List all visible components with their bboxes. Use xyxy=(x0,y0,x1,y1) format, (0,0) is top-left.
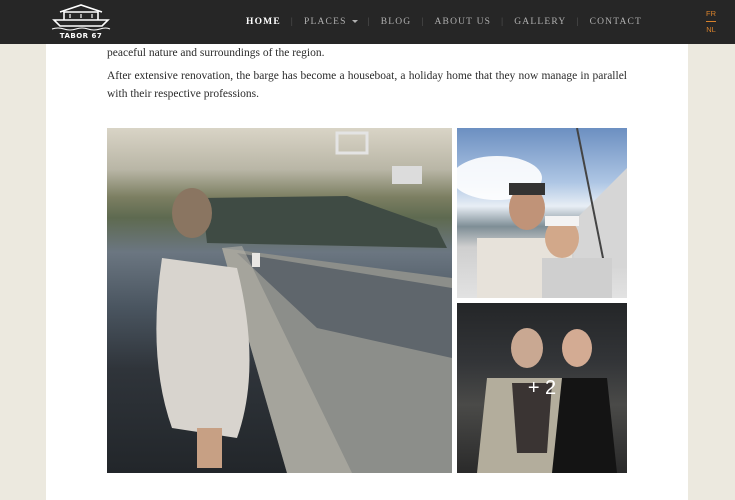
nav-home[interactable]: HOME xyxy=(246,17,281,27)
language-switcher: FR NL xyxy=(704,9,718,34)
top-navigation: TABOR 67 HOME | PLACES | BLOG | ABOUT US… xyxy=(0,0,735,44)
logo-text: TABOR 67 xyxy=(59,32,103,40)
main-menu: HOME | PLACES | BLOG | ABOUT US | GALLER… xyxy=(246,16,642,28)
lang-fr[interactable]: FR xyxy=(704,9,718,18)
intro-paragraph-end: peaceful nature and surroundings of the … xyxy=(107,47,325,59)
nav-separator: | xyxy=(576,17,580,27)
nav-separator: | xyxy=(367,17,371,27)
gallery-photo-more[interactable]: + 2 xyxy=(457,303,627,473)
gallery-photo-deck[interactable] xyxy=(107,128,452,473)
nav-blog[interactable]: BLOG xyxy=(381,17,412,27)
nav-places[interactable]: PLACES xyxy=(304,17,358,27)
lang-nl[interactable]: NL xyxy=(704,25,718,34)
nav-separator: | xyxy=(501,17,505,27)
renovation-paragraph: After extensive renovation, the barge ha… xyxy=(107,70,627,100)
nav-contact[interactable]: CONTACT xyxy=(590,17,643,27)
gallery-photo-couple-boat[interactable] xyxy=(457,128,627,298)
nav-separator: | xyxy=(421,17,425,27)
tabor67-logo[interactable]: TABOR 67 xyxy=(50,2,112,42)
nav-places-label: PLACES xyxy=(304,17,347,27)
chevron-down-icon xyxy=(351,20,358,24)
nav-gallery[interactable]: GALLERY xyxy=(514,17,566,27)
nav-separator: | xyxy=(290,17,294,27)
nav-about-us[interactable]: ABOUT US xyxy=(434,17,491,27)
more-photos-count: + 2 xyxy=(527,376,557,399)
lang-divider xyxy=(706,21,716,22)
main-content: peaceful nature and surroundings of the … xyxy=(46,44,688,500)
deck-photo-illustration xyxy=(156,131,452,473)
couple-photo-illustration xyxy=(457,128,627,298)
houseboat-logo-icon xyxy=(51,4,111,31)
